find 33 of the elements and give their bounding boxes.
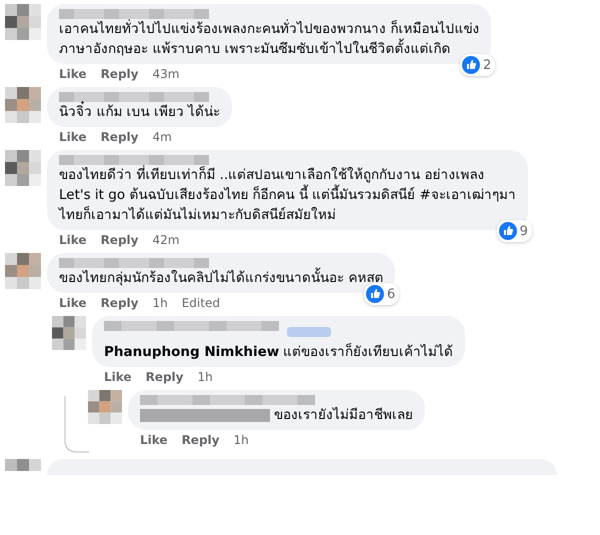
reply-link[interactable]: Reply	[100, 233, 138, 248]
comment-text: นิวจิ๋ว แก้ม เบน เพียว ได้น่ะ	[59, 102, 220, 122]
reaction-badge[interactable]: 2	[460, 54, 496, 76]
reply-link[interactable]: Reply	[182, 433, 220, 448]
thumbs-up-icon	[366, 285, 384, 303]
like-link[interactable]: Like	[104, 370, 132, 385]
thread-line	[64, 396, 90, 456]
reaction-count: 6	[387, 286, 396, 302]
like-link[interactable]: Like	[59, 233, 87, 248]
thumbs-up-icon	[462, 56, 480, 74]
reply-link[interactable]: Reply	[100, 130, 138, 145]
thumbs-up-icon	[498, 222, 517, 240]
timestamp: 43m	[152, 67, 180, 82]
like-link[interactable]: Like	[140, 433, 168, 448]
like-link[interactable]: Like	[59, 296, 87, 311]
reply-link[interactable]: Reply	[146, 370, 184, 385]
reply-link[interactable]: Reply	[100, 67, 138, 82]
timestamp: 1h	[233, 433, 249, 448]
blurred-tag	[287, 326, 331, 337]
like-link[interactable]: Like	[59, 67, 87, 82]
reply-link[interactable]: Reply	[100, 296, 138, 311]
comment-text: Phanuphong Nimkhiew แต่ของเราก็ยังเทียบเค้าไม่ได้	[104, 342, 454, 362]
timestamp: 4m	[152, 130, 172, 145]
timestamp: 1h	[152, 296, 168, 311]
reaction-count: 2	[483, 58, 492, 72]
comment-text: ของเรายังไม่มีอาชีพเลย	[140, 405, 413, 425]
reaction-badge[interactable]: 6	[364, 283, 400, 305]
like-link[interactable]: Like	[59, 130, 87, 145]
reaction-count: 9	[520, 224, 528, 238]
timestamp: 1h	[197, 370, 213, 385]
reaction-badge[interactable]: 9	[496, 220, 532, 242]
timestamp: 42m	[152, 233, 180, 248]
edited-label: Edited	[182, 296, 220, 311]
